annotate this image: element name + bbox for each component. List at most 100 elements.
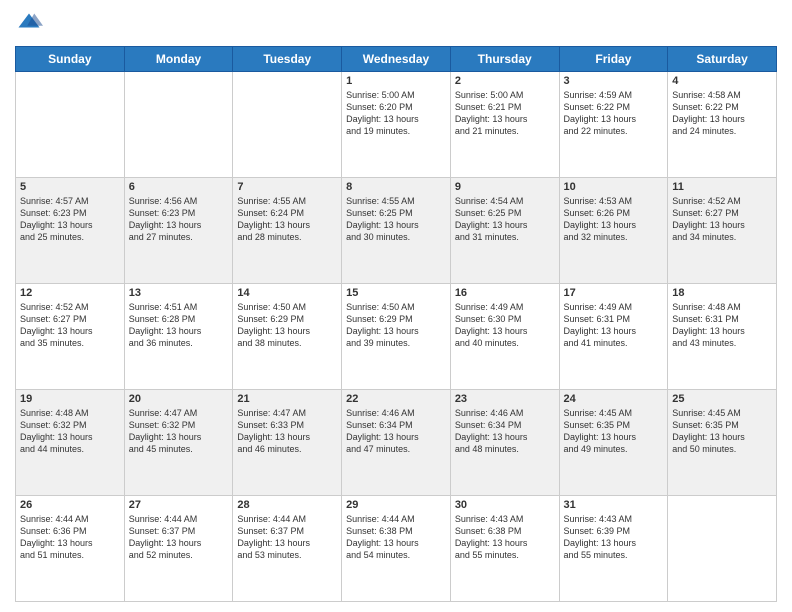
- weekday-header-thursday: Thursday: [450, 47, 559, 72]
- calendar-cell: 3Sunrise: 4:59 AM Sunset: 6:22 PM Daylig…: [559, 72, 668, 178]
- day-info: Sunrise: 4:49 AM Sunset: 6:30 PM Dayligh…: [455, 301, 555, 350]
- day-number: 13: [129, 287, 229, 299]
- calendar-cell: 11 Sunrise: 4:52 AM Sunset: 6:27 PM Dayli…: [668, 178, 777, 284]
- calendar-cell: 14 Sunrise: 4:50 AM Sunset: 6:29 PM Dayli…: [233, 284, 342, 390]
- day-info: Sunrise: 4:58 AM Sunset: 6:22 PM Dayligh…: [672, 89, 772, 138]
- weekday-header-monday: Monday: [124, 47, 233, 72]
- calendar-cell: 26 Sunrise: 4:44 AM Sunset: 6:36 PM Dayli…: [16, 496, 125, 602]
- day-info: Sunrise: 5:00 AM Sunset: 6:21 PM Dayligh…: [455, 89, 555, 138]
- day-info: Sunrise: 4:44 AM Sunset: 6:37 PM Dayligh…: [129, 513, 229, 562]
- day-info: Sunrise: 4:43 AM Sunset: 6:39 PM Dayligh…: [564, 513, 664, 562]
- calendar-cell: 6Sunrise: 4:56 AM Sunset: 6:23 PM Daylig…: [124, 178, 233, 284]
- calendar-table: SundayMondayTuesdayWednesdayThursdayFrid…: [15, 46, 777, 602]
- day-info: Sunrise: 4:51 AM Sunset: 6:28 PM Dayligh…: [129, 301, 229, 350]
- weekday-header-saturday: Saturday: [668, 47, 777, 72]
- weekday-header-tuesday: Tuesday: [233, 47, 342, 72]
- day-number: 26: [20, 499, 120, 511]
- calendar-cell: 25Sunrise: 4:45 AM Sunset: 6:35 PM Dayli…: [668, 390, 777, 496]
- calendar-cell: 23 Sunrise: 4:46 AM Sunset: 6:34 PM Dayli…: [450, 390, 559, 496]
- day-number: 7: [237, 181, 337, 193]
- calendar-cell: 5 Sunrise: 4:57 AM Sunset: 6:23 PM Daylig…: [16, 178, 125, 284]
- calendar-cell: 16Sunrise: 4:49 AM Sunset: 6:30 PM Dayli…: [450, 284, 559, 390]
- day-info: Sunrise: 4:44 AM Sunset: 6:36 PM Dayligh…: [20, 513, 120, 562]
- day-number: 22: [346, 393, 446, 405]
- day-info: Sunrise: 4:50 AM Sunset: 6:29 PM Dayligh…: [237, 301, 337, 350]
- day-number: 23: [455, 393, 555, 405]
- weekday-header-friday: Friday: [559, 47, 668, 72]
- calendar-cell: [233, 72, 342, 178]
- day-number: 11: [672, 181, 772, 193]
- day-info: Sunrise: 4:53 AM Sunset: 6:26 PM Dayligh…: [564, 195, 664, 244]
- calendar-cell: 24Sunrise: 4:45 AM Sunset: 6:35 PM Dayli…: [559, 390, 668, 496]
- day-number: 17: [564, 287, 664, 299]
- calendar-cell: 21 Sunrise: 4:47 AM Sunset: 6:33 PM Dayli…: [233, 390, 342, 496]
- day-number: 2: [455, 75, 555, 87]
- day-info: Sunrise: 4:45 AM Sunset: 6:35 PM Dayligh…: [672, 407, 772, 456]
- day-number: 1: [346, 75, 446, 87]
- calendar-cell: 29Sunrise: 4:44 AM Sunset: 6:38 PM Dayli…: [342, 496, 451, 602]
- day-info: Sunrise: 4:46 AM Sunset: 6:34 PM Dayligh…: [346, 407, 446, 456]
- day-info: Sunrise: 4:47 AM Sunset: 6:33 PM Dayligh…: [237, 407, 337, 456]
- day-info: Sunrise: 4:57 AM Sunset: 6:23 PM Dayligh…: [20, 195, 120, 244]
- day-info: Sunrise: 4:44 AM Sunset: 6:37 PM Dayligh…: [237, 513, 337, 562]
- logo: [15, 10, 47, 38]
- day-info: Sunrise: 4:55 AM Sunset: 6:25 PM Dayligh…: [346, 195, 446, 244]
- day-info: Sunrise: 4:48 AM Sunset: 6:32 PM Dayligh…: [20, 407, 120, 456]
- day-number: 21: [237, 393, 337, 405]
- day-info: Sunrise: 4:54 AM Sunset: 6:25 PM Dayligh…: [455, 195, 555, 244]
- day-info: Sunrise: 5:00 AM Sunset: 6:20 PM Dayligh…: [346, 89, 446, 138]
- calendar-week-2: 5 Sunrise: 4:57 AM Sunset: 6:23 PM Daylig…: [16, 178, 777, 284]
- weekday-header-wednesday: Wednesday: [342, 47, 451, 72]
- day-info: Sunrise: 4:55 AM Sunset: 6:24 PM Dayligh…: [237, 195, 337, 244]
- calendar-cell: 22 Sunrise: 4:46 AM Sunset: 6:34 PM Dayli…: [342, 390, 451, 496]
- calendar-cell: 1 Sunrise: 5:00 AM Sunset: 6:20 PM Daylig…: [342, 72, 451, 178]
- calendar-cell: 10 Sunrise: 4:53 AM Sunset: 6:26 PM Dayli…: [559, 178, 668, 284]
- day-number: 5: [20, 181, 120, 193]
- calendar-cell: 30 Sunrise: 4:43 AM Sunset: 6:38 PM Dayli…: [450, 496, 559, 602]
- calendar-cell: 12Sunrise: 4:52 AM Sunset: 6:27 PM Dayli…: [16, 284, 125, 390]
- day-info: Sunrise: 4:46 AM Sunset: 6:34 PM Dayligh…: [455, 407, 555, 456]
- weekday-header-sunday: Sunday: [16, 47, 125, 72]
- calendar-cell: 17 Sunrise: 4:49 AM Sunset: 6:31 PM Dayli…: [559, 284, 668, 390]
- calendar-cell: 19 Sunrise: 4:48 AM Sunset: 6:32 PM Dayli…: [16, 390, 125, 496]
- calendar-cell: 4 Sunrise: 4:58 AM Sunset: 6:22 PM Daylig…: [668, 72, 777, 178]
- calendar-cell: 7 Sunrise: 4:55 AM Sunset: 6:24 PM Daylig…: [233, 178, 342, 284]
- day-number: 28: [237, 499, 337, 511]
- day-number: 20: [129, 393, 229, 405]
- day-number: 15: [346, 287, 446, 299]
- day-number: 10: [564, 181, 664, 193]
- day-number: 6: [129, 181, 229, 193]
- day-number: 19: [20, 393, 120, 405]
- day-number: 4: [672, 75, 772, 87]
- page: SundayMondayTuesdayWednesdayThursdayFrid…: [0, 0, 792, 612]
- day-info: Sunrise: 4:50 AM Sunset: 6:29 PM Dayligh…: [346, 301, 446, 350]
- calendar-cell: [124, 72, 233, 178]
- calendar-cell: [668, 496, 777, 602]
- day-info: Sunrise: 4:48 AM Sunset: 6:31 PM Dayligh…: [672, 301, 772, 350]
- day-number: 27: [129, 499, 229, 511]
- calendar-week-3: 12Sunrise: 4:52 AM Sunset: 6:27 PM Dayli…: [16, 284, 777, 390]
- calendar-cell: 27 Sunrise: 4:44 AM Sunset: 6:37 PM Dayli…: [124, 496, 233, 602]
- day-number: 3: [564, 75, 664, 87]
- day-info: Sunrise: 4:52 AM Sunset: 6:27 PM Dayligh…: [672, 195, 772, 244]
- calendar-cell: [16, 72, 125, 178]
- day-number: 31: [564, 499, 664, 511]
- logo-icon: [15, 10, 43, 38]
- calendar-cell: 8Sunrise: 4:55 AM Sunset: 6:25 PM Daylig…: [342, 178, 451, 284]
- day-number: 18: [672, 287, 772, 299]
- day-number: 29: [346, 499, 446, 511]
- day-number: 14: [237, 287, 337, 299]
- calendar-week-4: 19 Sunrise: 4:48 AM Sunset: 6:32 PM Dayli…: [16, 390, 777, 496]
- calendar-cell: 13 Sunrise: 4:51 AM Sunset: 6:28 PM Dayli…: [124, 284, 233, 390]
- day-info: Sunrise: 4:45 AM Sunset: 6:35 PM Dayligh…: [564, 407, 664, 456]
- day-info: Sunrise: 4:49 AM Sunset: 6:31 PM Dayligh…: [564, 301, 664, 350]
- header: [15, 10, 777, 38]
- calendar-week-1: 1 Sunrise: 5:00 AM Sunset: 6:20 PM Daylig…: [16, 72, 777, 178]
- calendar-cell: 9Sunrise: 4:54 AM Sunset: 6:25 PM Daylig…: [450, 178, 559, 284]
- calendar-cell: 31 Sunrise: 4:43 AM Sunset: 6:39 PM Dayli…: [559, 496, 668, 602]
- calendar-cell: 20Sunrise: 4:47 AM Sunset: 6:32 PM Dayli…: [124, 390, 233, 496]
- calendar-cell: 2 Sunrise: 5:00 AM Sunset: 6:21 PM Daylig…: [450, 72, 559, 178]
- day-info: Sunrise: 4:43 AM Sunset: 6:38 PM Dayligh…: [455, 513, 555, 562]
- calendar-cell: 15 Sunrise: 4:50 AM Sunset: 6:29 PM Dayli…: [342, 284, 451, 390]
- day-number: 30: [455, 499, 555, 511]
